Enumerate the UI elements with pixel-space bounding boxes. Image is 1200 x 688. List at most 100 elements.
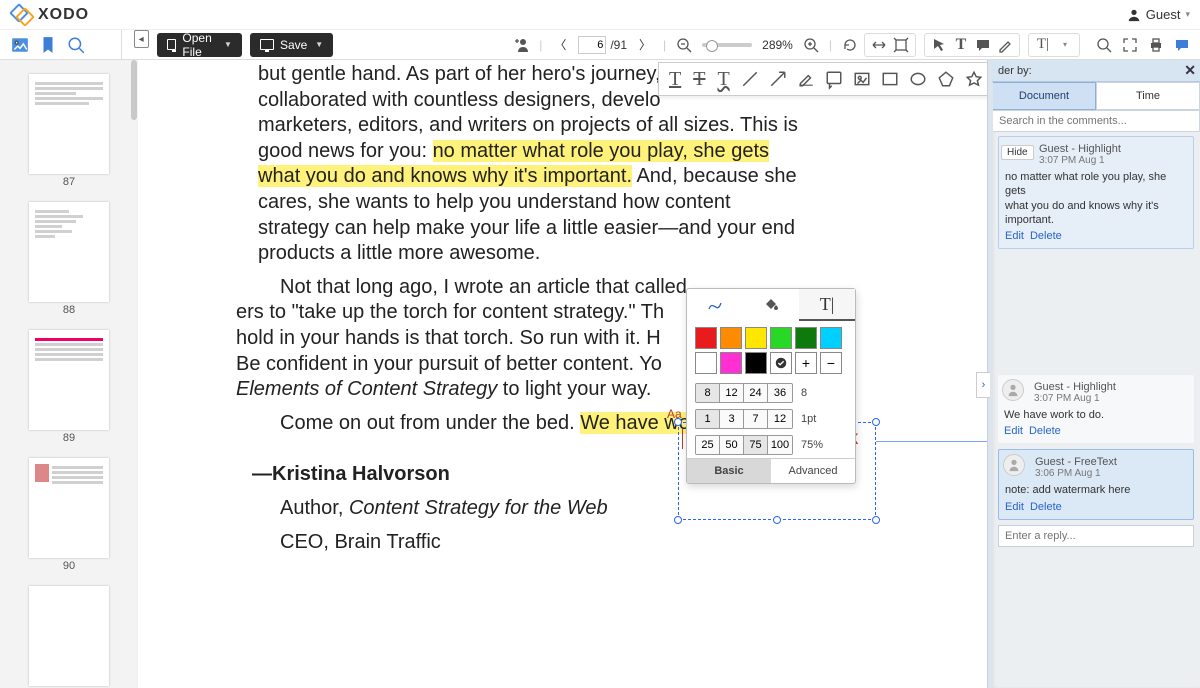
stroke-option[interactable]: 12 bbox=[768, 410, 792, 428]
image-tool-icon[interactable] bbox=[854, 71, 870, 87]
select-arrow-icon[interactable] bbox=[931, 37, 947, 53]
bookmark-icon[interactable] bbox=[40, 37, 56, 53]
chat-icon[interactable] bbox=[1174, 37, 1190, 53]
comment-card[interactable]: Guest - FreeText 3:06 PM Aug 1 note: add… bbox=[998, 449, 1194, 519]
color-remove-button[interactable]: − bbox=[820, 352, 842, 374]
opacity-option[interactable]: 25 bbox=[696, 436, 720, 454]
tab-document[interactable]: Document bbox=[992, 82, 1096, 110]
popover-mode-advanced[interactable]: Advanced bbox=[771, 459, 855, 483]
popover-mode-basic[interactable]: Basic bbox=[687, 459, 771, 483]
color-swatch[interactable] bbox=[720, 352, 742, 374]
zoom-in-icon[interactable] bbox=[803, 37, 819, 53]
comment-card[interactable]: Hide Guest - Highlight 3:07 PM Aug 1 no … bbox=[998, 136, 1194, 249]
color-add-button[interactable]: + bbox=[795, 352, 817, 374]
rectangle-tool-icon[interactable] bbox=[882, 71, 898, 87]
page-thumbnail[interactable] bbox=[29, 74, 109, 174]
edit-link[interactable]: Edit bbox=[1005, 501, 1024, 513]
delete-link[interactable]: Delete bbox=[1030, 501, 1062, 513]
sticky-note-icon[interactable] bbox=[826, 71, 842, 87]
text-underline-icon[interactable]: T bbox=[669, 68, 681, 91]
page-thumbnail[interactable] bbox=[29, 458, 109, 558]
color-swatch[interactable] bbox=[720, 327, 742, 349]
pdf-page: but gentle hand. As part of her hero's j… bbox=[138, 60, 992, 688]
textcursor-dropdown-icon[interactable]: ▾ bbox=[1057, 37, 1073, 53]
print-icon[interactable] bbox=[1148, 37, 1164, 53]
comment-body: We have work to do. bbox=[1004, 408, 1188, 422]
arrow-tool-icon[interactable] bbox=[770, 71, 786, 87]
comment-tool-icon[interactable] bbox=[975, 37, 991, 53]
popover-tab-text[interactable]: T| bbox=[799, 289, 855, 321]
text-squiggly-icon[interactable]: T bbox=[717, 68, 729, 91]
edit-link[interactable]: Edit bbox=[1004, 425, 1023, 437]
color-swatch[interactable] bbox=[745, 352, 767, 374]
color-confirm-icon[interactable] bbox=[770, 352, 792, 374]
delete-link[interactable]: Delete bbox=[1030, 230, 1062, 242]
zoom-out-icon[interactable] bbox=[676, 37, 692, 53]
page-thumbnail[interactable] bbox=[29, 202, 109, 302]
opacity-option[interactable]: 75 bbox=[744, 436, 768, 454]
document-area[interactable]: but gentle hand. As part of her hero's j… bbox=[138, 60, 992, 688]
delete-link[interactable]: Delete bbox=[1029, 425, 1061, 437]
color-swatch[interactable] bbox=[795, 327, 817, 349]
signature-tool-icon[interactable] bbox=[798, 71, 814, 87]
rotate-icon[interactable] bbox=[842, 37, 858, 53]
annotation-link-line bbox=[876, 441, 992, 442]
style-popover[interactable]: T| + − Aa 8 12 24 36 8 bbox=[686, 288, 856, 484]
thumbnail-sidebar[interactable]: 87 88 89 90 91 bbox=[0, 60, 138, 688]
close-panel-icon[interactable]: ✕ bbox=[1184, 62, 1196, 79]
color-swatch[interactable] bbox=[820, 327, 842, 349]
ellipse-tool-icon[interactable] bbox=[910, 71, 926, 87]
popover-tab-stroke[interactable] bbox=[687, 289, 743, 321]
fullscreen-icon[interactable] bbox=[1122, 37, 1138, 53]
textcursor-icon[interactable]: T| bbox=[1035, 37, 1051, 53]
comments-search-input[interactable] bbox=[992, 110, 1200, 132]
save-button[interactable]: Save ▼ bbox=[250, 33, 333, 57]
line-tool-icon[interactable] bbox=[742, 71, 758, 87]
page-current-input[interactable] bbox=[578, 36, 606, 54]
tab-time[interactable]: Time bbox=[1096, 82, 1200, 110]
stroke-option[interactable]: 7 bbox=[744, 410, 768, 428]
fontsize-option[interactable]: 8 bbox=[696, 384, 720, 402]
text-tool-icon[interactable]: T bbox=[953, 37, 969, 53]
sidebar-scrollbar[interactable] bbox=[131, 60, 137, 120]
fit-width-icon[interactable] bbox=[871, 37, 887, 53]
stroke-option[interactable]: 3 bbox=[720, 410, 744, 428]
doc-text-italic: Content Strategy for the Web bbox=[349, 497, 608, 519]
fontsize-option[interactable]: 36 bbox=[768, 384, 792, 402]
doc-text: Be confident in your pursuit of better c… bbox=[236, 353, 662, 375]
comment-card[interactable]: Guest - Highlight 3:07 PM Aug 1 We have … bbox=[998, 375, 1194, 443]
color-swatch[interactable] bbox=[745, 327, 767, 349]
edit-tool-icon[interactable] bbox=[997, 37, 1013, 53]
prev-page-button[interactable]: 〈 bbox=[552, 37, 568, 53]
star-tool-icon[interactable] bbox=[966, 71, 982, 87]
hide-comment-button[interactable]: Hide bbox=[1001, 145, 1034, 160]
annotation-toolbar[interactable]: T T T bbox=[658, 62, 992, 96]
panel-collapse-button[interactable]: › bbox=[976, 372, 990, 398]
text-strikethrough-icon[interactable]: T bbox=[693, 68, 705, 91]
panel-images-icon[interactable] bbox=[12, 37, 28, 53]
reply-input[interactable] bbox=[998, 525, 1194, 547]
opacity-option[interactable]: 50 bbox=[720, 436, 744, 454]
toolbar-search-icon[interactable] bbox=[1096, 37, 1112, 53]
polygon-tool-icon[interactable] bbox=[938, 71, 954, 87]
search-icon[interactable] bbox=[68, 37, 84, 53]
popover-tab-fill[interactable] bbox=[743, 289, 799, 321]
fontsize-option[interactable]: 24 bbox=[744, 384, 768, 402]
hand-tool-icon[interactable] bbox=[893, 37, 909, 53]
color-swatch[interactable] bbox=[770, 327, 792, 349]
open-file-button[interactable]: Open File ▼ bbox=[157, 33, 242, 57]
zoom-slider[interactable] bbox=[702, 43, 752, 47]
page-thumbnail[interactable] bbox=[29, 330, 109, 430]
user-menu[interactable]: Guest ▾ bbox=[1127, 7, 1190, 22]
collapse-sidebar-button[interactable]: ◂ bbox=[134, 30, 149, 48]
edit-link[interactable]: Edit bbox=[1005, 230, 1024, 242]
add-user-icon[interactable] bbox=[513, 37, 529, 53]
fontsize-value: 8 bbox=[801, 387, 807, 399]
opacity-option[interactable]: 100 bbox=[768, 436, 792, 454]
fontsize-option[interactable]: 12 bbox=[720, 384, 744, 402]
page-thumbnail[interactable] bbox=[29, 586, 109, 686]
color-swatch[interactable] bbox=[695, 327, 717, 349]
next-page-button[interactable]: 〉 bbox=[637, 37, 653, 53]
color-swatch[interactable] bbox=[695, 352, 717, 374]
stroke-option[interactable]: 1 bbox=[696, 410, 720, 428]
